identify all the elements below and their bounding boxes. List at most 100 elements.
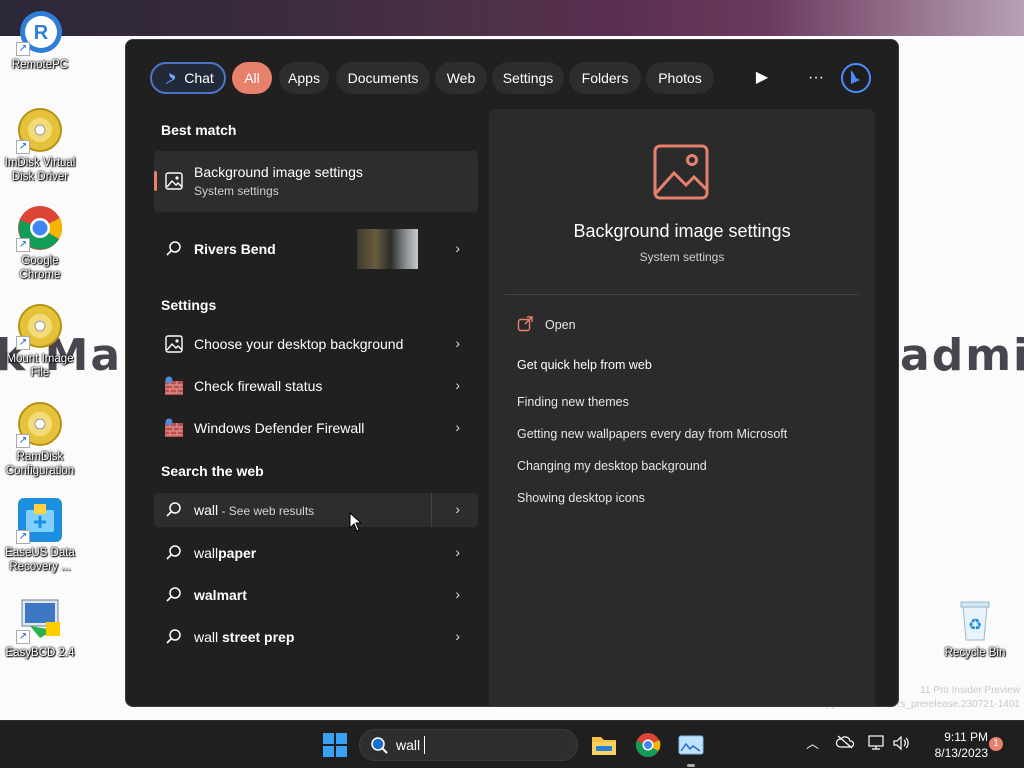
tab-all[interactable]: All [232, 62, 272, 94]
best-match-subtitle: System settings [194, 184, 279, 198]
quick-help-header: Get quick help from web [517, 358, 652, 372]
network-icon[interactable] [868, 735, 886, 754]
best-match-title: Background image settings [194, 164, 363, 180]
web-suggestion-wallpaper[interactable]: wallpaper › [154, 533, 478, 573]
play-icon[interactable]: ▶ [746, 62, 778, 94]
chrome-icon: ↗ [16, 204, 64, 252]
desktop-icon-remotepc[interactable]: R ↗ RemotePC [0, 8, 80, 72]
bing-chat-icon [162, 67, 178, 84]
taskbar: wall ︿ 9:11 PM 8/13/2023 1 [0, 720, 1024, 768]
search-icon [164, 585, 184, 605]
more-options-button[interactable]: ··· [800, 62, 832, 94]
chevron-up-icon[interactable]: ︿ [806, 733, 819, 752]
wallpaper-text-right: admin [900, 330, 1024, 381]
svg-text:R: R [34, 22, 49, 44]
chevron-right-icon[interactable]: › [455, 377, 460, 393]
results-list: Best match Background image settings Sys… [126, 112, 488, 706]
tab-apps[interactable]: Apps [279, 62, 329, 94]
volume-icon[interactable] [892, 735, 910, 754]
web-query: wall [194, 502, 219, 518]
photos-app-icon[interactable] [677, 731, 705, 759]
disc-icon: ↗ [16, 106, 64, 154]
open-label: Open [545, 318, 576, 332]
best-match-item[interactable]: Background image settings System setting… [154, 151, 478, 212]
settings-item-defender-firewall[interactable]: Windows Defender Firewall › [154, 408, 478, 448]
tab-chat[interactable]: Chat [150, 62, 226, 94]
settings-item-label: Check firewall status [194, 378, 323, 394]
onedrive-icon[interactable] [835, 735, 855, 752]
web-search-item[interactable]: wall - See web results › [154, 493, 478, 527]
tab-documents[interactable]: Documents [336, 62, 430, 94]
web-suggestion-walmart[interactable]: walmart › [154, 575, 478, 615]
taskbar-search-box[interactable]: wall [359, 729, 578, 761]
disc-icon: ↗ [16, 400, 64, 448]
notification-badge[interactable]: 1 [989, 737, 1003, 751]
search-icon [164, 627, 184, 647]
tab-photos[interactable]: Photos [646, 62, 714, 94]
tab-web[interactable]: Web [435, 62, 487, 94]
desktop-icon-imdisk[interactable]: ↗ ImDisk Virtual Disk Driver [0, 106, 80, 184]
help-link[interactable]: Getting new wallpapers every day from Mi… [517, 427, 787, 441]
desktop-icon-label: RemotePC [11, 59, 69, 71]
firewall-icon [164, 376, 184, 396]
windows-start-icon[interactable] [321, 731, 349, 759]
mouse-cursor-icon [349, 511, 363, 532]
remotepc-icon: R ↗ [16, 8, 64, 56]
desktop-icon-recycle-bin[interactable]: ♻ Recycle Bin [935, 596, 1015, 660]
chevron-right-icon[interactable]: › [455, 501, 460, 517]
chevron-right-icon[interactable]: › [455, 335, 460, 351]
settings-item-firewall-status[interactable]: Check firewall status › [154, 366, 478, 406]
suggestion-prefix: wall [194, 629, 219, 645]
wallpaper-top-band [0, 0, 1024, 36]
chevron-right-icon[interactable]: › [455, 240, 460, 256]
search-filter-bar: Chat All Apps Documents Web Settings Fol… [150, 62, 880, 96]
search-icon [164, 239, 184, 259]
image-settings-large-icon [652, 143, 710, 201]
web-suggestion-wall-street-prep[interactable]: wall street prep › [154, 617, 478, 657]
rivers-bend-label: Rivers Bend [194, 241, 276, 257]
preview-title: Background image settings [573, 221, 791, 241]
help-link[interactable]: Showing desktop icons [517, 491, 645, 505]
desktop-icon-ramdisk[interactable]: ↗ RamDisk Configuration [0, 400, 80, 478]
help-link[interactable]: Finding new themes [517, 395, 629, 409]
settings-item-label: Choose your desktop background [194, 336, 404, 352]
preview-subtitle: System settings [639, 250, 725, 264]
tab-settings[interactable]: Settings [492, 62, 564, 94]
suggestion-completion: street prep [218, 629, 295, 645]
desktop-icon-chrome[interactable]: ↗ Google Chrome [0, 204, 80, 282]
divider [505, 294, 859, 295]
chevron-right-icon[interactable]: › [455, 628, 460, 644]
tab-folders[interactable]: Folders [569, 62, 641, 94]
file-explorer-icon[interactable] [590, 731, 618, 759]
rivers-bend-result[interactable]: Rivers Bend › [154, 229, 478, 269]
desktop-icon-mount-image[interactable]: ↗ Mount Image File [0, 302, 80, 380]
bing-icon[interactable] [840, 62, 872, 94]
tab-chat-label: Chat [184, 70, 214, 86]
easybcd-icon: ↗ [16, 596, 64, 644]
clock-time: 9:11 PM [944, 730, 988, 744]
svg-text:♻: ♻ [968, 615, 982, 634]
chevron-right-icon[interactable]: › [455, 544, 460, 560]
search-icon [164, 500, 184, 520]
easeus-icon: ↗ [16, 496, 64, 544]
desktop-icon-label: Google Chrome [19, 255, 61, 281]
search-icon [370, 736, 388, 754]
suggestion-completion: paper [218, 545, 257, 561]
clock[interactable]: 9:11 PM 8/13/2023 [918, 729, 988, 761]
help-link[interactable]: Changing my desktop background [517, 459, 707, 473]
desktop-icon-label: EaseUS Data Recovery ... [5, 547, 75, 573]
desktop-icon-easybcd[interactable]: ↗ EasyBCD 2.4 [0, 596, 80, 660]
desktop-icon-easeus[interactable]: ↗ EaseUS Data Recovery ... [0, 496, 80, 574]
settings-item-desktop-background[interactable]: Choose your desktop background › [154, 324, 478, 364]
preview-pane: Background image settings System setting… [489, 109, 875, 706]
chrome-icon[interactable] [634, 731, 662, 759]
settings-item-label: Windows Defender Firewall [194, 420, 365, 436]
search-icon [164, 543, 184, 563]
selection-indicator [154, 171, 157, 191]
best-match-header: Best match [161, 122, 237, 138]
chevron-right-icon[interactable]: › [455, 419, 460, 435]
suggestion-completion: walmart [194, 587, 247, 603]
suggestion-prefix: wall [194, 545, 219, 561]
chevron-right-icon[interactable]: › [455, 586, 460, 602]
search-input[interactable]: wall [396, 737, 420, 753]
